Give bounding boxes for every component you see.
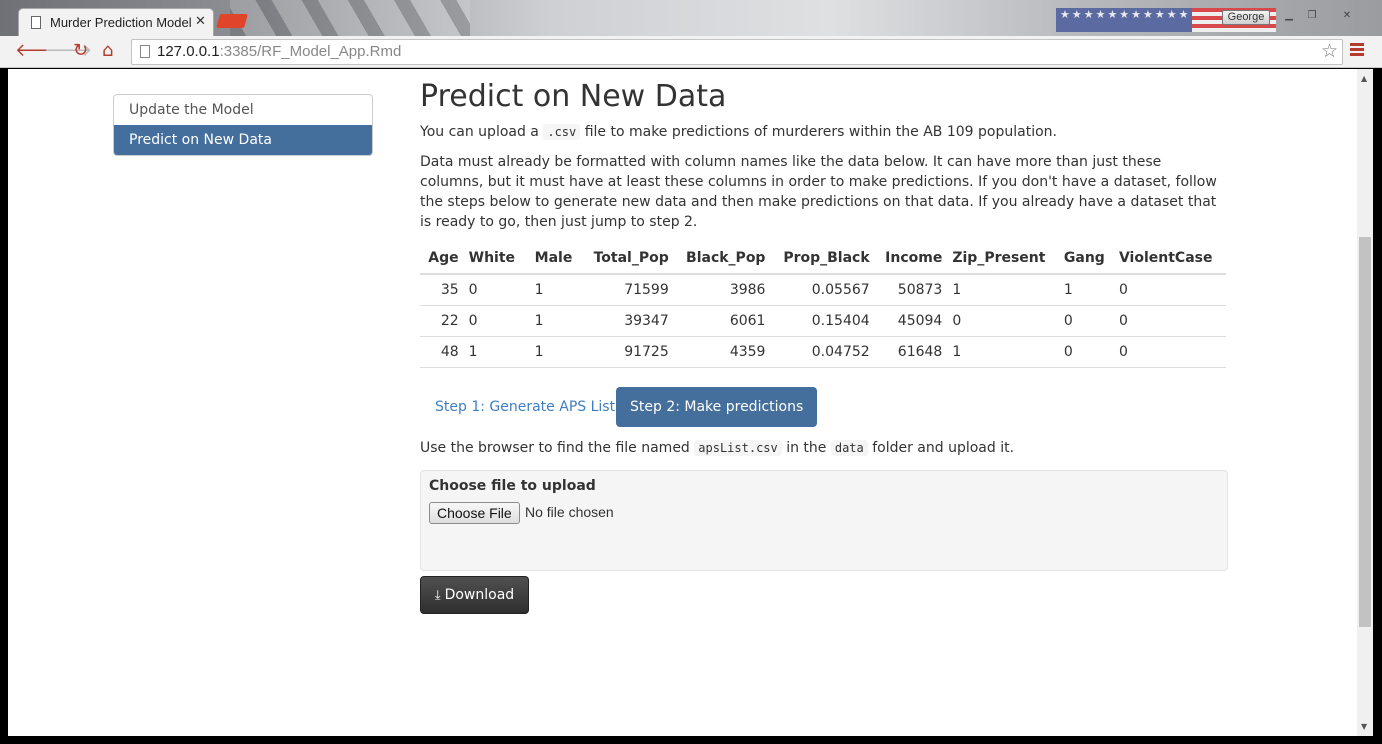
profile-button[interactable]: George — [1222, 10, 1270, 25]
column-header: Total_Pop — [581, 242, 674, 275]
window-titlebar: ★★★★★★★★★★★★ George ▁ ❐ ✕ Murder Predict… — [0, 0, 1382, 38]
intro-pre: You can upload a — [420, 124, 544, 140]
table-cell: 0 — [1113, 336, 1226, 368]
maximize-icon[interactable]: ❐ — [1302, 9, 1322, 24]
table-cell: 1 — [1058, 274, 1114, 306]
instruction-code-folder: data — [830, 440, 868, 456]
table-cell: 39347 — [581, 305, 674, 337]
upload-instruction: Use the browser to find the file named a… — [420, 438, 1228, 458]
intro-text: You can upload a .csv file to make predi… — [420, 122, 1228, 142]
instruction-pre: Use the browser to find the file named — [420, 440, 695, 456]
page-title: Predict on New Data — [420, 79, 727, 114]
column-header: White — [463, 242, 525, 275]
table-row: 48 1 1 91725 4359 0.04752 61648 1 0 0 — [420, 336, 1226, 368]
sample-data-table: Age White Male Total_Pop Black_Pop Prop_… — [420, 242, 1226, 368]
page-viewport: Update the Model Predict on New Data Pre… — [8, 69, 1357, 736]
table-cell: 1 — [524, 305, 582, 337]
address-bar[interactable]: 127.0.0.1:3385/RF_Model_App.Rmd ☆ — [131, 39, 1343, 65]
table-cell: 4359 — [673, 336, 771, 368]
column-header: Male — [524, 242, 582, 275]
table-cell: 0 — [1113, 305, 1226, 337]
new-tab-button[interactable] — [216, 14, 248, 28]
browser-toolbar: 🡐 🡒 ↻ ⌂ 127.0.0.1:3385/RF_Model_App.Rmd … — [0, 36, 1382, 68]
table-cell: 1 — [947, 336, 1059, 368]
table-cell: 61648 — [874, 336, 948, 368]
page-scrollbar[interactable]: ▲ ▼ — [1357, 69, 1373, 736]
choose-file-button[interactable]: Choose File — [429, 502, 520, 524]
table-cell: 22 — [420, 305, 464, 337]
table-cell: 0 — [463, 305, 525, 337]
table-cell: 0 — [463, 274, 525, 306]
description-text: Data must already be formatted with colu… — [420, 154, 1217, 230]
reload-icon[interactable]: ↻ — [73, 40, 88, 62]
table-row: 35 0 1 71599 3986 0.05567 50873 1 1 0 — [420, 274, 1226, 306]
browser-menu-icon[interactable] — [1350, 43, 1364, 58]
table-cell: 0 — [1113, 274, 1226, 306]
url-text[interactable]: 127.0.0.1:3385/RF_Model_App.Rmd — [157, 43, 401, 60]
sidebar-item-predict-new-data[interactable]: Predict on New Data — [114, 125, 372, 155]
tab-title: Murder Prediction Model — [50, 15, 192, 30]
scroll-down-icon[interactable]: ▼ — [1361, 722, 1367, 731]
scrollbar-thumb[interactable] — [1359, 237, 1371, 627]
intro-post: file to make predictions of murderers wi… — [580, 124, 1057, 140]
instruction-mid: in the — [781, 440, 831, 456]
flag-stars: ★★★★★★★★★★★★ — [1060, 9, 1188, 20]
download-icon: ⤓ — [434, 588, 441, 603]
instruction-code-filename: apsList.csv — [694, 440, 782, 456]
column-header: Income — [874, 242, 948, 275]
instruction-post: folder and upload it. — [867, 440, 1015, 456]
minimize-icon[interactable]: ▁ — [1279, 9, 1299, 24]
table-header-row: Age White Male Total_Pop Black_Pop Prop_… — [420, 242, 1226, 275]
table-cell: 1 — [463, 336, 525, 368]
column-header: Prop_Black — [770, 242, 875, 275]
sidebar-nav: Update the Model Predict on New Data — [113, 94, 373, 156]
table-cell: 0 — [1058, 336, 1114, 368]
bookmark-star-icon[interactable]: ☆ — [1321, 40, 1338, 62]
table-cell: 0 — [947, 305, 1059, 337]
upload-label: Choose file to upload — [429, 478, 596, 494]
close-window-icon[interactable]: ✕ — [1325, 9, 1369, 24]
titlebar-decoration — [230, 0, 470, 36]
table-cell: 6061 — [673, 305, 771, 337]
table-cell: 0.05567 — [770, 274, 875, 306]
table-cell: 1 — [947, 274, 1059, 306]
table-cell: 50873 — [874, 274, 948, 306]
download-button[interactable]: ⤓ Download — [420, 576, 529, 614]
table-cell: 91725 — [581, 336, 674, 368]
table-cell: 48 — [420, 336, 464, 368]
table-row: 22 0 1 39347 6061 0.15404 45094 0 0 0 — [420, 305, 1226, 337]
file-upload-panel: Choose file to upload Choose File No fil… — [420, 470, 1228, 571]
download-label: Download — [444, 587, 515, 603]
scroll-up-icon[interactable]: ▲ — [1361, 74, 1367, 83]
tab-close-icon[interactable]: ✕ — [195, 13, 206, 29]
column-header: ViolentCase — [1113, 242, 1226, 275]
table-cell: 0 — [1058, 305, 1114, 337]
tab-step2-predictions[interactable]: Step 2: Make predictions — [616, 387, 818, 427]
page-info-icon[interactable] — [140, 45, 150, 58]
column-header: Gang — [1058, 242, 1114, 275]
table-cell: 45094 — [874, 305, 948, 337]
browser-tab[interactable]: Murder Prediction Model ✕ — [18, 8, 214, 38]
url-host: 127.0.0.1 — [157, 43, 220, 60]
url-path: :3385/RF_Model_App.Rmd — [219, 43, 402, 60]
table-cell: 0.04752 — [770, 336, 875, 368]
page-icon — [31, 16, 41, 29]
column-header: Black_Pop — [673, 242, 771, 275]
table-cell: 1 — [524, 336, 582, 368]
table-cell: 3986 — [673, 274, 771, 306]
table-cell: 35 — [420, 274, 464, 306]
table-cell: 1 — [524, 274, 582, 306]
column-header: Zip_Present — [947, 242, 1059, 275]
sidebar-item-update-model[interactable]: Update the Model — [114, 95, 372, 125]
home-icon[interactable]: ⌂ — [102, 40, 113, 62]
intro-code: .csv — [543, 124, 581, 140]
window-controls: ▁ ❐ ✕ — [1279, 9, 1369, 24]
file-status: No file chosen — [525, 504, 614, 520]
column-header: Age — [420, 242, 464, 275]
table-cell: 0.15404 — [770, 305, 875, 337]
table-cell: 71599 — [581, 274, 674, 306]
tab-step1-generate[interactable]: Step 1: Generate APS List — [421, 387, 629, 427]
